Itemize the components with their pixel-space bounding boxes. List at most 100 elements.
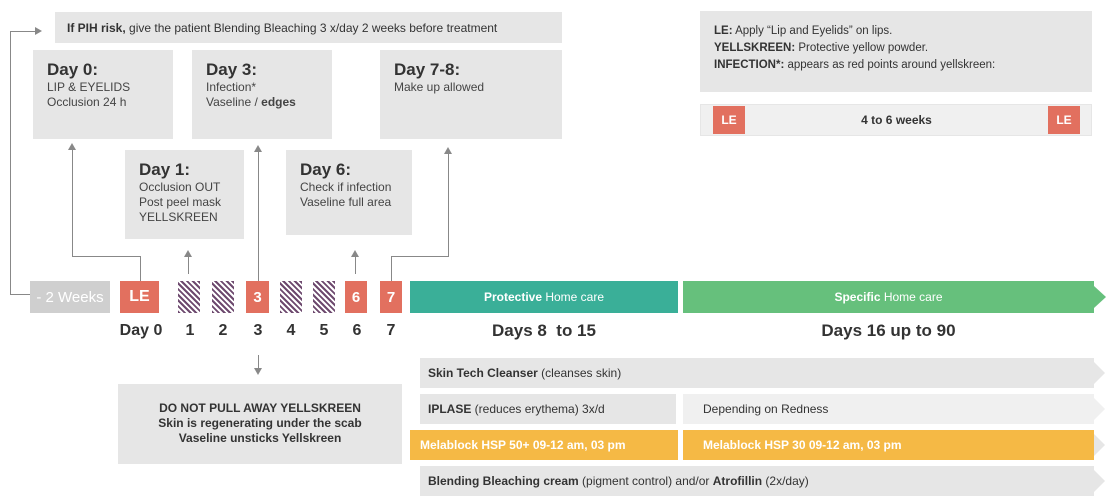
day6-cell: 6	[345, 281, 367, 313]
day0-arrow-icon	[68, 143, 76, 150]
legend-le-text: Apply “Lip and Eyelids” on lips.	[732, 25, 893, 37]
legend-inf-bold: INFECTION*:	[714, 59, 785, 71]
protective-text: Home care	[542, 290, 605, 304]
day78-arrow-icon	[444, 147, 452, 154]
iplase-text: (reduces erythema) 3x/d	[471, 402, 605, 416]
warning-arrow-icon	[254, 368, 262, 375]
day6-line2: Vaseline full area	[300, 195, 392, 209]
day-label-7: 7	[386, 322, 396, 339]
bb-bold: Blending Bleaching cream	[428, 474, 579, 488]
warning-box: DO NOT PULL AWAY YELLSKREEN Skin is rege…	[118, 384, 402, 464]
specific-home-care-bar: Specific Home care	[683, 281, 1094, 313]
day3-line2b: edges	[261, 95, 296, 109]
day1-box: Day 1: Occlusion OUT Post peel mask YELL…	[125, 150, 244, 239]
le-interval-label: 4 to 6 weeks	[861, 113, 932, 127]
day-label-0: Day 0	[119, 322, 163, 339]
day78-line1: Make up allowed	[394, 80, 485, 94]
day6-line1: Check if infection	[300, 180, 392, 194]
day3-cell: 3	[246, 281, 269, 313]
bb-bold2: Atrofillin	[712, 474, 763, 488]
range-days-8-15: Days 8 to 15	[492, 321, 596, 340]
day3-connector	[258, 150, 259, 281]
day1-connector	[188, 255, 189, 274]
day6-box: Day 6: Check if infection Vaseline full …	[286, 150, 412, 235]
day6-arrow-icon	[351, 250, 359, 257]
day-label-3: 3	[253, 322, 263, 339]
blending-row-arrow-icon	[1094, 470, 1105, 492]
redness-row: Depending on Redness	[683, 394, 1094, 424]
day2-hatch-cell	[212, 281, 234, 313]
bracket-vertical-line	[10, 31, 11, 294]
specific-bold: Specific	[834, 290, 881, 304]
le-day0-cell: LE	[120, 281, 159, 313]
melablock-row-arrow-icon	[1094, 434, 1105, 456]
cleanser-row-arrow-icon	[1094, 362, 1105, 384]
range-days-16-90: Days 16 up to 90	[821, 321, 956, 340]
day1-title: Day 1:	[139, 160, 191, 179]
melablock-50-row: Melablock HSP 50+ 09-12 am, 03 pm	[410, 430, 678, 460]
day78-connector-horizontal	[391, 256, 449, 257]
day-label-2: 2	[218, 322, 228, 339]
pih-bold: If PIH risk,	[67, 20, 126, 35]
protective-home-care-bar: Protective Home care	[410, 281, 678, 313]
warning-connector	[258, 355, 259, 369]
day3-line2a: Vaseline /	[206, 95, 262, 109]
day0-connector-drop	[140, 256, 141, 281]
bb-mid: (pigment control) and/or	[578, 474, 713, 488]
legend-le-bold: LE:	[714, 25, 733, 37]
day1-arrow-icon	[184, 250, 192, 257]
day5-hatch-cell	[313, 281, 335, 313]
day-label-6: 6	[352, 322, 362, 339]
day0-connector-vertical	[72, 147, 73, 257]
day1-hatch-cell	[178, 281, 200, 313]
warning-line1: DO NOT PULL AWAY YELLSKREEN	[159, 401, 361, 415]
day1-line1: Occlusion OUT	[139, 180, 221, 194]
legend-inf-text: appears as red points around yellskreen:	[784, 59, 996, 71]
day0-line1: LIP & EYELIDS	[47, 80, 131, 94]
day3-line1: Infection*	[206, 80, 257, 94]
bb-rest: (2x/day)	[762, 474, 809, 488]
day4-hatch-cell	[280, 281, 302, 313]
day6-title: Day 6:	[300, 160, 352, 179]
blending-bleaching-row: Blending Bleaching cream (pigment contro…	[420, 466, 1094, 496]
day78-title: Day 7-8:	[394, 60, 461, 79]
legend-box: LE: Apply “Lip and Eyelids” on lips. YEL…	[700, 11, 1092, 92]
pih-text: give the patient Blending Bleaching 3 x/…	[125, 20, 498, 35]
le-interval-bar: LE 4 to 6 weeks LE	[700, 104, 1092, 136]
day-label-4: 4	[286, 322, 296, 339]
day3-title: Day 3:	[206, 60, 258, 79]
le-left-badge: LE	[713, 106, 745, 134]
le-right-badge: LE	[1048, 106, 1080, 134]
day-label-5: 5	[319, 322, 329, 339]
iplase-row: IPLASE (reduces erythema) 3x/d	[420, 394, 676, 424]
cleanser-bold: Skin Tech Cleanser	[428, 366, 538, 380]
timeline-end-arrow-icon	[1094, 286, 1106, 308]
day0-box: Day 0: LIP & EYELIDS Occlusion 24 h	[33, 50, 173, 139]
cleanser-row: Skin Tech Cleanser (cleanses skin)	[420, 358, 1094, 388]
minus-two-weeks-cell: - 2 Weeks	[30, 281, 110, 313]
day0-line2: Occlusion 24 h	[47, 95, 127, 109]
day0-connector-horizontal	[72, 256, 140, 257]
iplase-bold: IPLASE	[428, 402, 472, 416]
warning-line2: Skin is regenerating under the scab	[158, 416, 362, 430]
warning-line3: Vaseline unsticks Yellskreen	[178, 431, 342, 445]
bracket-arrow-icon	[35, 27, 42, 35]
day1-line2: Post peel mask	[139, 195, 222, 209]
day3-box: Day 3: Infection* Vaseline / edges	[192, 50, 332, 139]
bracket-bottom-line	[10, 294, 30, 295]
day3-arrow-icon	[254, 145, 262, 152]
cleanser-text: (cleanses skin)	[537, 366, 622, 380]
pih-banner: If PIH risk, give the patient Blending B…	[55, 12, 562, 43]
day78-connector-drop	[391, 256, 392, 281]
day-label-1: 1	[185, 322, 195, 339]
protective-bold: Protective	[483, 290, 542, 304]
legend-ys-text: Protective yellow powder.	[795, 42, 929, 54]
specific-text: Home care	[880, 290, 943, 304]
redness-row-arrow-icon	[1094, 398, 1105, 420]
day1-line3: YELLSKREEN	[139, 210, 218, 224]
day0-title: Day 0:	[47, 60, 99, 79]
day7-cell: 7	[380, 281, 402, 313]
melablock-30-row: Melablock HSP 30 09-12 am, 03 pm	[683, 430, 1094, 460]
bracket-top-line	[10, 31, 36, 32]
legend-ys-bold: YELLSKREEN:	[714, 42, 796, 54]
